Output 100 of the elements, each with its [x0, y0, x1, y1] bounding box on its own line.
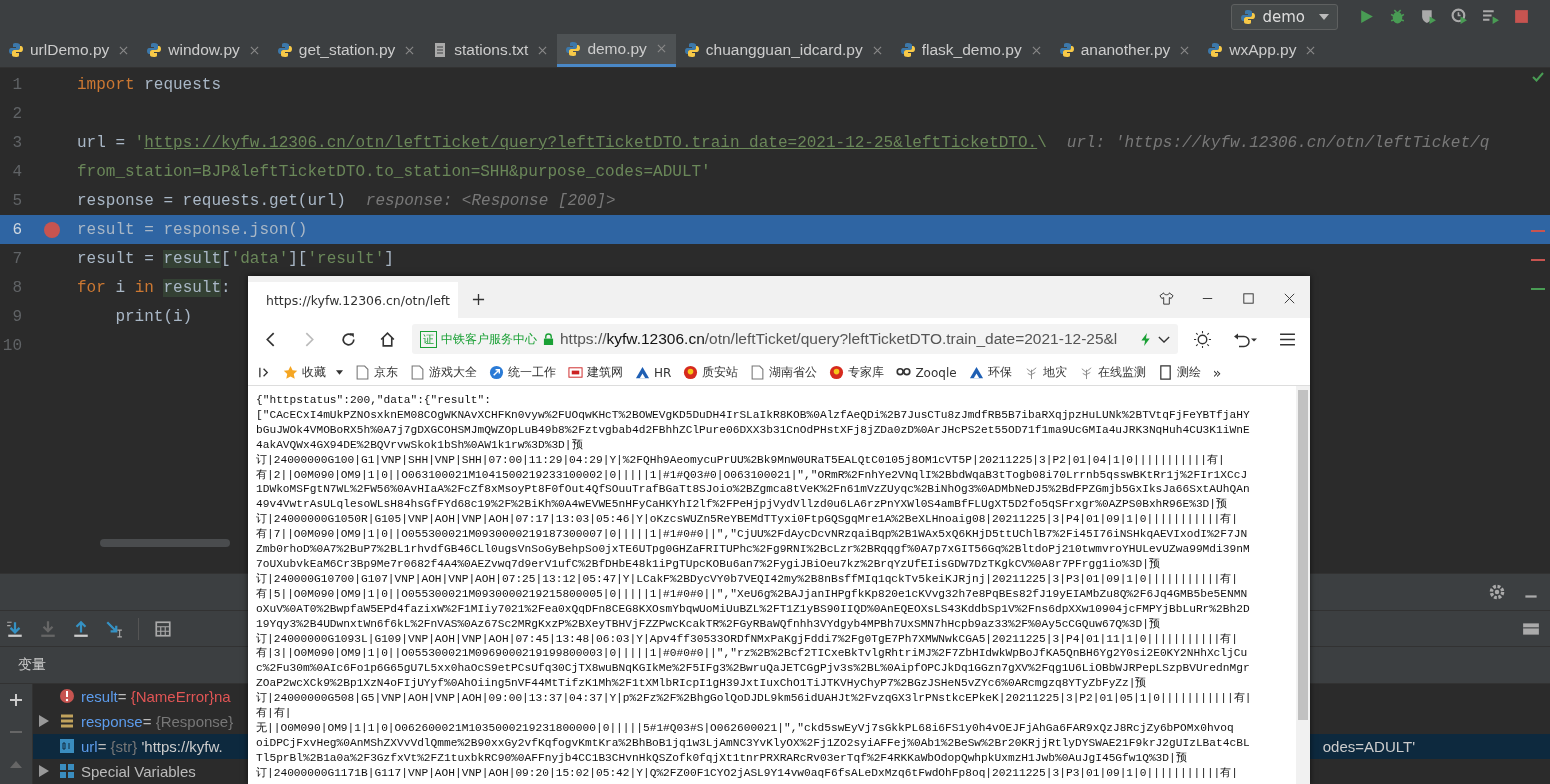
clock-run-icon[interactable]	[1451, 8, 1468, 26]
browser-tab[interactable]: https://kyfw.12306.cn/otn/left	[248, 282, 458, 318]
code-line: import requests	[77, 75, 222, 94]
file-tab[interactable]: wxApp.py	[1199, 33, 1326, 68]
code-line: for i in result:	[77, 278, 231, 297]
bookmark[interactable]: 测绘	[1157, 364, 1201, 381]
python-file-icon	[8, 42, 24, 59]
line-number: 3	[11, 133, 22, 152]
file-tab[interactable]: flask_demo.py	[891, 33, 1051, 68]
python-file-icon	[1058, 42, 1075, 59]
python-file-icon	[1207, 42, 1224, 59]
inline-value-hint: response: <Response [200]>	[365, 191, 616, 210]
bookmark[interactable]: 统一工作	[489, 364, 556, 381]
bookmark[interactable]: 收藏	[283, 364, 343, 381]
binary-icon	[59, 738, 75, 755]
menu-icon[interactable]	[1279, 330, 1296, 348]
checkmark-icon	[1532, 72, 1544, 83]
bookmark[interactable]: 质安站	[683, 364, 739, 381]
variable-text[interactable]: url= {str} 'https://kyfw.	[81, 738, 223, 755]
file-tab[interactable]: window.py	[138, 33, 269, 68]
shirt-icon[interactable]	[1159, 291, 1174, 306]
list-run-icon[interactable]	[1482, 8, 1499, 26]
bookmark[interactable]: 湖南省公	[750, 364, 818, 381]
page-icon	[410, 365, 425, 380]
scrollbar[interactable]	[100, 539, 230, 548]
home-icon[interactable]	[379, 330, 396, 348]
variable-text[interactable]: response= {Response}	[81, 713, 234, 730]
calculator-icon[interactable]	[154, 619, 172, 638]
file-tab[interactable]: stations.txt	[424, 33, 558, 68]
line-number: 8	[11, 278, 22, 297]
close-icon[interactable]	[1282, 291, 1297, 306]
bookmark[interactable]: HR	[635, 365, 672, 380]
page-icon	[750, 365, 766, 380]
emblem-icon	[829, 365, 845, 380]
emblem-icon	[683, 365, 699, 380]
lightning-icon[interactable]	[1140, 332, 1152, 346]
line-number: 2	[11, 104, 22, 123]
bookmark[interactable]: 京东	[355, 364, 398, 381]
logo-icon	[568, 365, 583, 380]
python-file-icon	[899, 42, 916, 59]
line-number: 5	[11, 191, 22, 210]
sun-icon[interactable]	[1194, 330, 1211, 348]
settings-icon[interactable]	[1488, 582, 1506, 601]
file-tab[interactable]: ananother.py	[1050, 33, 1200, 68]
file-tab[interactable]: get_station.py	[268, 33, 425, 68]
url-text: https://kyfw.12306.cn/otn/leftTicket/query?leftTicketDTO.train_date=2021-12-25&l	[560, 330, 1119, 348]
inline-value-hint: url: 'https://kyfw.12306.cn/otn/leftTicket/q	[1066, 133, 1490, 152]
bookmark[interactable]: 环保	[968, 364, 1012, 381]
panel-title[interactable]: 变量	[18, 656, 46, 675]
error-icon	[59, 688, 75, 705]
reload-icon[interactable]	[340, 330, 357, 348]
sidebar-toggle-icon[interactable]	[258, 366, 271, 379]
variable-value-text: odes=ADULT'	[1322, 738, 1415, 755]
bookmark[interactable]: 专家库	[829, 364, 885, 381]
run-configuration-dropdown[interactable]: demo	[1231, 3, 1338, 30]
python-file-icon	[565, 41, 582, 57]
code-line: url = 'https://kyfw.12306.cn/otn/leftTicket/query?leftTicketDTO.train_date=2021-12-25&leftTicketDTO.\	[77, 133, 1047, 152]
error-stripe-marker[interactable]	[1531, 288, 1545, 291]
variable-text[interactable]: Special Variables	[81, 763, 196, 780]
bookmark[interactable]: 游戏大全	[410, 364, 477, 381]
code-line: response = requests.get(url)	[77, 191, 346, 210]
stack-icon	[59, 713, 75, 730]
document-icon	[1157, 365, 1173, 380]
bookmark[interactable]: 在线监测	[1078, 364, 1146, 381]
bookmark[interactable]: Zooqle	[896, 365, 957, 380]
caret-icon	[1319, 13, 1329, 20]
new-tab-icon[interactable]	[472, 293, 485, 306]
more-bookmarks-button[interactable]: »	[1212, 364, 1222, 381]
line-number: 7	[11, 249, 22, 268]
error-stripe-marker[interactable]	[1531, 230, 1545, 233]
error-stripe-marker[interactable]	[1531, 259, 1545, 262]
shield-run-icon[interactable]	[1420, 8, 1437, 26]
debug-bug-icon[interactable]	[1389, 8, 1406, 26]
run-icon[interactable]	[1358, 8, 1375, 26]
step-out-icon[interactable]	[72, 619, 90, 638]
bookmark[interactable]: 建筑网	[568, 364, 623, 381]
bookmark[interactable]: 地灾	[1023, 364, 1067, 381]
address-bar[interactable]: 证 中铁客户服务中心 https://kyfw.12306.cn/otn/leftTicket/query?leftTicketDTO.train_date=2021-12-25&l	[412, 324, 1178, 354]
python-file-icon	[276, 42, 293, 59]
step-over-icon[interactable]	[6, 619, 24, 638]
scrollbar[interactable]	[1298, 390, 1308, 720]
star-icon	[283, 365, 298, 380]
page-icon	[355, 365, 370, 380]
file-tab[interactable]: urlDemo.py	[0, 33, 139, 68]
line-number: 6	[11, 220, 22, 239]
caret-icon	[336, 370, 343, 375]
variable-text[interactable]: result= {NameError}na	[81, 688, 231, 705]
expand-arrow-icon[interactable]	[39, 765, 49, 778]
file-tab[interactable]: demo.py	[557, 33, 676, 68]
add-icon[interactable]	[8, 692, 24, 708]
expand-arrow-icon[interactable]	[39, 715, 49, 728]
run-to-cursor-icon[interactable]	[105, 619, 123, 638]
code-line: result = result['data']['result']	[77, 249, 394, 268]
maximize-icon[interactable]	[1241, 291, 1256, 306]
line-number: 9	[11, 307, 22, 326]
code-line: result = response.json()	[77, 220, 308, 239]
stop-icon[interactable]	[1513, 8, 1530, 26]
file-tab[interactable]: chuangguan_idcard.py	[675, 33, 892, 68]
mountain-icon	[968, 365, 984, 380]
arrow-circle-icon	[489, 365, 504, 380]
